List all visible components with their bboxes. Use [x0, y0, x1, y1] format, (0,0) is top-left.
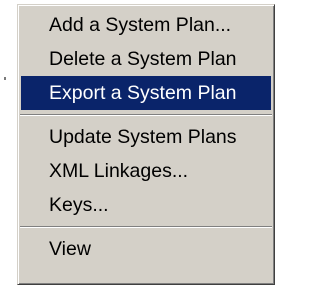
menu-item-export-system-plan[interactable]: Export a System Plan [21, 76, 271, 110]
menu-item-delete-system-plan[interactable]: Delete a System Plan [21, 42, 271, 76]
stray-mark [4, 77, 6, 80]
menu-item-update-system-plans[interactable]: Update System Plans [21, 120, 271, 154]
menu-item-view[interactable]: View [21, 232, 271, 266]
menu-item-xml-linkages[interactable]: XML Linkages... [21, 154, 271, 188]
context-menu: Add a System Plan... Delete a System Pla… [17, 4, 275, 285]
menu-item-add-system-plan[interactable]: Add a System Plan... [21, 8, 271, 42]
menu-separator [20, 110, 272, 120]
menu-item-keys[interactable]: Keys... [21, 188, 271, 222]
screenshot-canvas: Add a System Plan... Delete a System Pla… [0, 0, 288, 289]
menu-separator [20, 222, 272, 232]
